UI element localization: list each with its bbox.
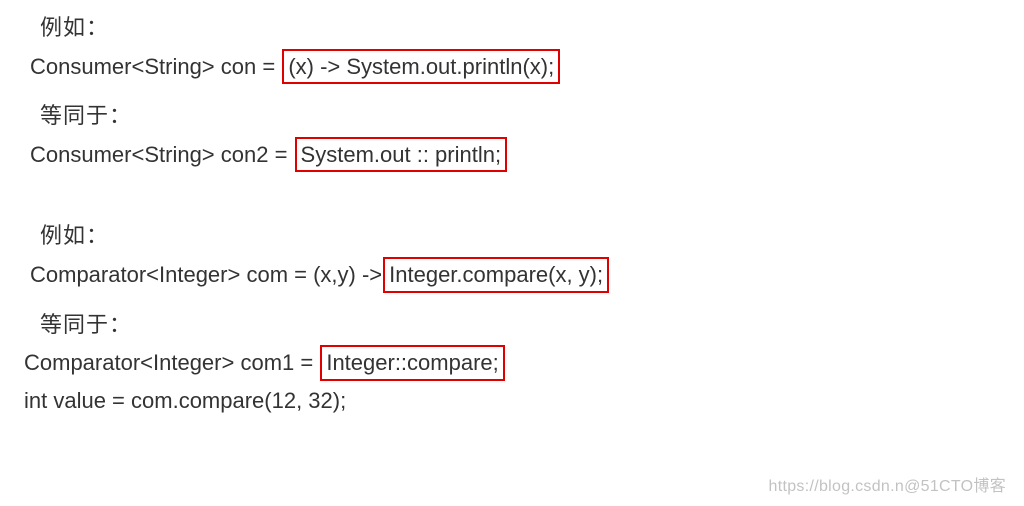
section-gap: [30, 190, 1024, 218]
document-body: 例如： Consumer<String> con = (x) -> System…: [0, 0, 1024, 415]
equivalent-label-1: 等同于：: [40, 102, 1024, 131]
example-label-2: 例如：: [40, 222, 1024, 251]
watermark-text: https://blog.csdn.n@51CTO博客: [769, 472, 1006, 496]
code-pre-4: Comparator<Integer> com1 =: [24, 350, 319, 375]
equivalent-label-2: 等同于：: [40, 311, 1024, 340]
code-pre-2: Consumer<String> con2 =: [30, 142, 294, 167]
code-line-5: int value = com.compare(12, 32);: [24, 387, 1024, 416]
example-label-1: 例如：: [40, 14, 1024, 43]
code-line-4: Comparator<Integer> com1 = Integer::comp…: [24, 345, 1024, 381]
code-text-5: int value = com.compare(12, 32);: [24, 388, 346, 413]
highlight-box-3: Integer.compare(x, y);: [383, 257, 609, 293]
code-line-1: Consumer<String> con = (x) -> System.out…: [30, 49, 1024, 85]
code-line-2: Consumer<String> con2 = System.out :: pr…: [30, 137, 1024, 173]
code-pre-3: Comparator<Integer> com = (x,y) ->: [30, 262, 382, 287]
code-pre-1: Consumer<String> con =: [30, 54, 281, 79]
highlight-box-2: System.out :: println;: [295, 137, 508, 173]
highlight-box-1: (x) -> System.out.println(x);: [282, 49, 560, 85]
highlight-box-4: Integer::compare;: [320, 345, 504, 381]
code-line-3: Comparator<Integer> com = (x,y) ->Intege…: [30, 257, 1024, 293]
